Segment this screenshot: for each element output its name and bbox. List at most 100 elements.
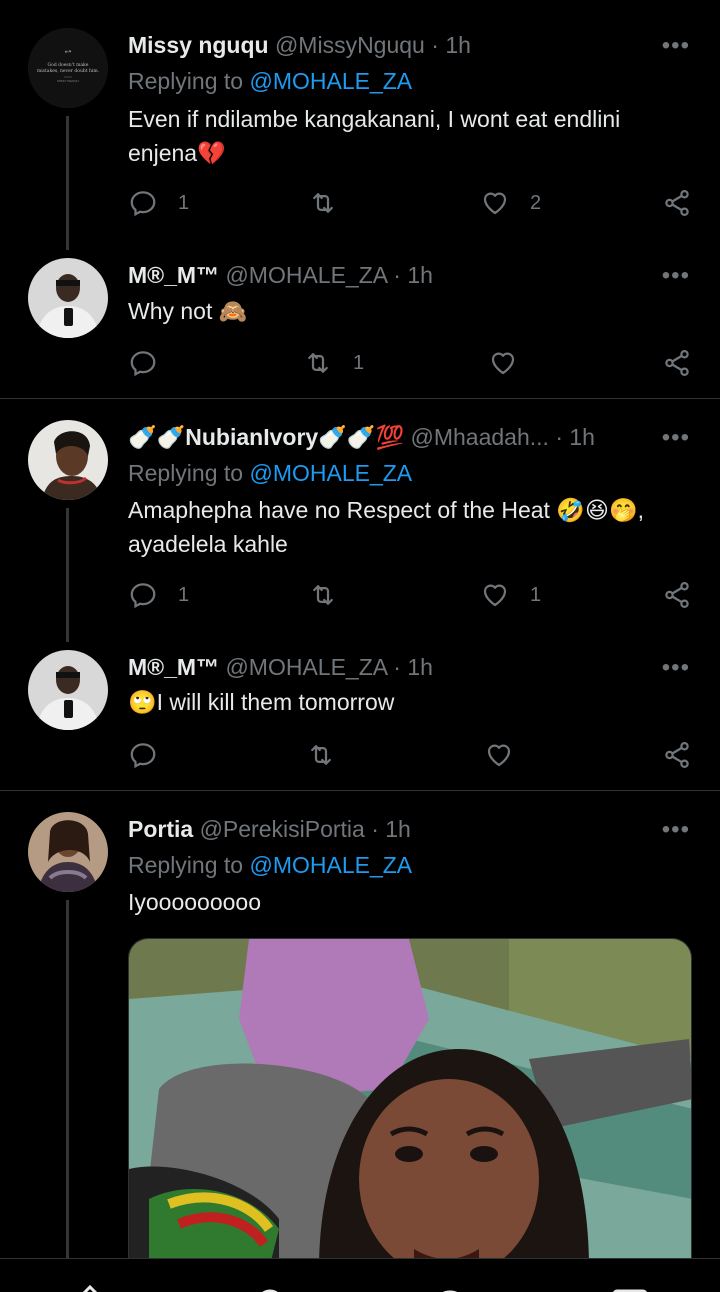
tweet-header: M®_M™ @MOHALE_ZA · 1h [128, 260, 640, 290]
retweet-button[interactable] [308, 183, 358, 223]
like-button[interactable]: 2 [480, 183, 541, 223]
mention-link[interactable]: @MOHALE_ZA [249, 852, 412, 878]
retweet-count: 1 [353, 351, 365, 374]
reply-icon [130, 743, 156, 769]
avatar[interactable] [28, 420, 108, 500]
reply-count: 1 [178, 583, 190, 606]
replying-label: Replying to [128, 460, 250, 486]
tweet-1[interactable]: “” God doesn't make mistakes, never doub… [0, 0, 720, 250]
display-name[interactable]: M®_M™ [128, 654, 219, 680]
like-button[interactable]: 1 [480, 575, 541, 615]
home-icon[interactable] [70, 1281, 110, 1292]
user-handle: @MOHALE_ZA [225, 262, 387, 288]
display-name[interactable]: 🍼🍼NubianIvory🍼🍼💯 [128, 424, 404, 450]
search-icon[interactable] [250, 1281, 290, 1292]
reply-icon [130, 351, 156, 377]
retweet-icon [313, 585, 333, 605]
share-button[interactable] [662, 735, 692, 775]
more-icon[interactable]: ••• [662, 264, 690, 288]
reply-button[interactable]: 1 [128, 183, 189, 223]
tweet-text: Amaphepha have no Respect of the Heat 🤣😆… [128, 497, 644, 557]
like-icon [483, 192, 507, 215]
tweet-header: M®_M™ @MOHALE_ZA · 1h [128, 652, 640, 682]
like-button[interactable] [488, 343, 538, 383]
share-button[interactable] [662, 183, 692, 223]
display-name[interactable]: Missy nguqu [128, 32, 269, 58]
reply-button[interactable] [128, 735, 178, 775]
retweet-icon [308, 353, 328, 373]
timeline: “” God doesn't make mistakes, never doub… [0, 0, 720, 1292]
svg-text:MISSY NGUQU: MISSY NGUQU [57, 79, 78, 83]
share-button[interactable] [662, 575, 692, 615]
tweet-header: Missy nguqu @MissyNguqu · 1h [128, 30, 640, 60]
timestamp: 1h [445, 32, 471, 58]
mention-link[interactable]: @MOHALE_ZA [249, 68, 412, 94]
thread-line [66, 116, 69, 250]
replying-to: Replying to @MOHALE_ZA [128, 850, 412, 880]
timestamp: 1h [407, 262, 433, 288]
timestamp: 1h [385, 816, 411, 842]
thread-line [66, 508, 69, 642]
retweet-icon [311, 745, 331, 765]
timestamp: 1h [569, 424, 595, 450]
tweet-text: 🙄I will kill them tomorrow [128, 689, 395, 715]
more-icon[interactable]: ••• [662, 656, 690, 680]
tweet-3[interactable]: 🍼🍼NubianIvory🍼🍼💯 @Mhaadah... · 1h ••• Re… [0, 400, 720, 642]
timestamp: 1h [407, 654, 433, 680]
like-icon [491, 352, 515, 375]
tweet-photo[interactable] [128, 938, 692, 1268]
display-name[interactable]: Portia [128, 816, 193, 842]
tweet-5[interactable]: Portia @PerekisiPortia · 1h ••• Replying… [0, 792, 720, 1268]
messages-icon[interactable] [610, 1281, 650, 1292]
svg-text:“”: “” [64, 50, 72, 58]
tweet-text: Iyooooooooo [128, 889, 262, 915]
user-handle: @PerekisiPortia [199, 816, 365, 842]
more-icon[interactable]: ••• [662, 818, 690, 842]
tweet-2[interactable]: M®_M™ @MOHALE_ZA · 1h ••• Why not 🙈 1 [0, 250, 720, 398]
retweet-button[interactable]: 1 [303, 343, 364, 383]
tweet-text: Even if ndilambe kangakanani, I wont eat… [128, 106, 621, 166]
avatar[interactable] [28, 650, 108, 730]
separator-dot: · [555, 424, 563, 450]
user-handle: @MOHALE_ZA [225, 654, 387, 680]
like-count: 2 [530, 191, 542, 214]
more-icon[interactable]: ••• [662, 426, 690, 450]
notifications-icon[interactable] [430, 1281, 470, 1292]
bottom-navigation [0, 1258, 720, 1292]
like-icon [483, 584, 507, 607]
reply-button[interactable]: 1 [128, 575, 189, 615]
mention-link[interactable]: @MOHALE_ZA [249, 460, 412, 486]
replying-to: Replying to @MOHALE_ZA [128, 66, 412, 96]
reply-count: 1 [178, 191, 190, 214]
reply-button[interactable] [128, 343, 178, 383]
display-name[interactable]: M®_M™ [128, 262, 219, 288]
tweet-4[interactable]: M®_M™ @MOHALE_ZA · 1h ••• 🙄I will kill t… [0, 642, 720, 790]
tweet-header: Portia @PerekisiPortia · 1h [128, 814, 640, 844]
divider [0, 398, 720, 399]
avatar[interactable]: “” God doesn't make mistakes, never doub… [28, 28, 108, 108]
divider [0, 790, 720, 791]
tweet-actions: 1 2 [128, 183, 698, 223]
reply-icon [130, 583, 156, 609]
thread-line [66, 900, 69, 1258]
tweet-header: 🍼🍼NubianIvory🍼🍼💯 @Mhaadah... · 1h [128, 422, 670, 452]
retweet-button[interactable] [306, 735, 356, 775]
avatar[interactable] [28, 258, 108, 338]
retweet-icon [313, 193, 333, 213]
tweet-actions [128, 735, 698, 775]
retweet-button[interactable] [308, 575, 358, 615]
share-icon [665, 742, 689, 768]
svg-text:God doesn't make: God doesn't make [48, 62, 89, 68]
svg-text:mistakes, never doubt him.: mistakes, never doubt him. [37, 68, 100, 74]
tweet-actions: 1 [128, 343, 698, 383]
replying-to: Replying to @MOHALE_ZA [128, 458, 412, 488]
share-icon [665, 582, 689, 608]
like-button[interactable] [484, 735, 534, 775]
more-icon[interactable]: ••• [662, 34, 690, 58]
avatar[interactable] [28, 812, 108, 892]
share-button[interactable] [662, 343, 692, 383]
like-count: 1 [530, 583, 542, 606]
reply-icon [130, 191, 156, 217]
separator-dot: · [371, 816, 379, 842]
photo-image [129, 939, 691, 1267]
